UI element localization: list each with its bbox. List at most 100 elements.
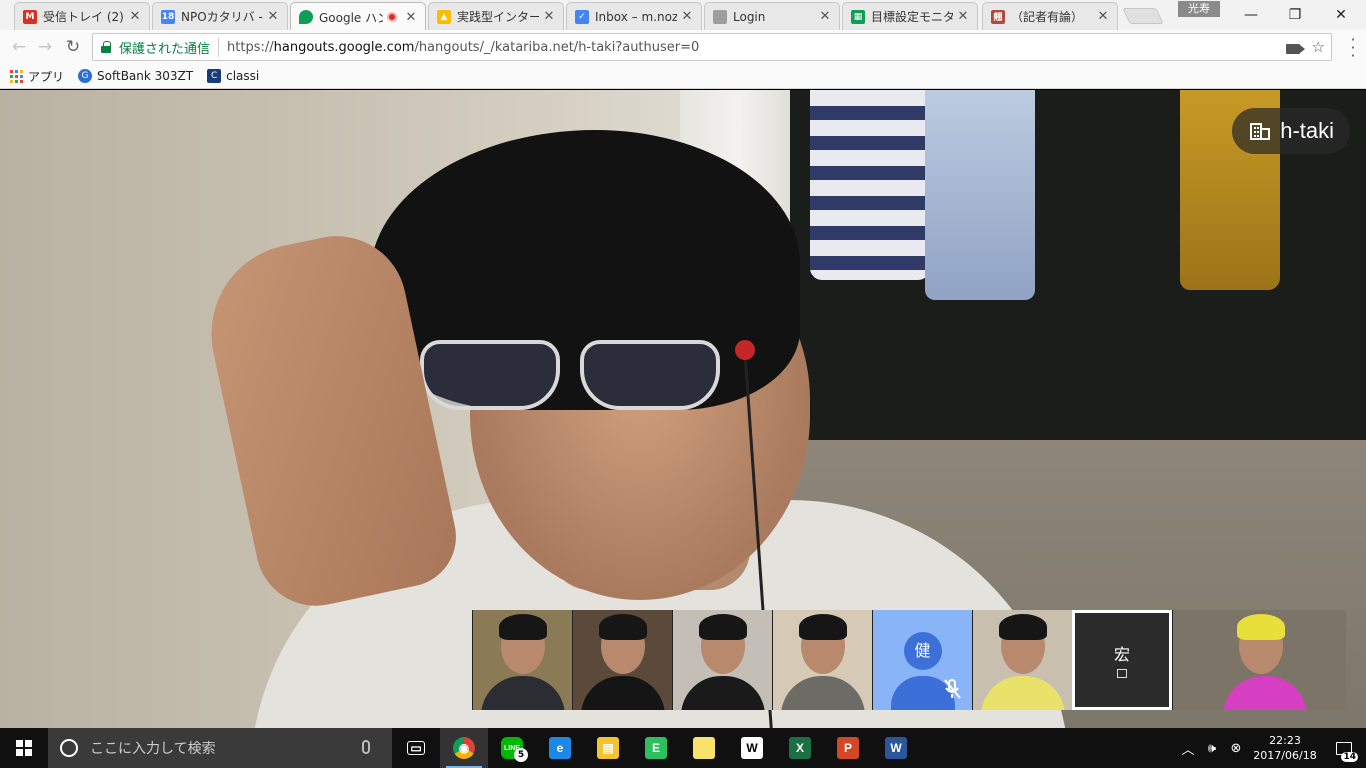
restore-button[interactable]: ❐ bbox=[1272, 0, 1318, 30]
action-center-button[interactable]: 14 bbox=[1322, 728, 1366, 768]
close-window-button[interactable]: ✕ bbox=[1318, 0, 1364, 30]
system-tray: ︿ 🕪 ⊗ 22:23 2017/06/18 14 bbox=[1176, 728, 1366, 768]
volume-icon[interactable]: 🕪 bbox=[1200, 741, 1224, 756]
taskbar-app-button[interactable]: E bbox=[632, 728, 680, 768]
edge-icon: e bbox=[549, 737, 571, 759]
participant-thumbnail[interactable] bbox=[972, 610, 1072, 710]
secure-connection-label[interactable]: 保護された通信 bbox=[119, 37, 220, 57]
participant-thumbnail[interactable] bbox=[572, 610, 672, 710]
network-disconnected-icon[interactable]: ⊗ bbox=[1224, 741, 1248, 756]
tab-close-icon[interactable]: ✕ bbox=[267, 9, 279, 24]
tab-close-icon[interactable]: ✕ bbox=[681, 9, 693, 24]
reload-button[interactable]: ↻ bbox=[60, 34, 86, 60]
windows-logo-icon bbox=[16, 740, 32, 756]
taskbar-app-button[interactable]: P bbox=[824, 728, 872, 768]
tab-close-icon[interactable]: ✕ bbox=[129, 9, 141, 24]
recording-indicator-icon bbox=[387, 12, 397, 22]
inbox-icon: ✓ bbox=[575, 9, 589, 24]
taskbar-app-button[interactable] bbox=[680, 728, 728, 768]
calendar-icon: 18 bbox=[161, 9, 175, 24]
gmail-icon: M bbox=[23, 9, 37, 24]
speaker-name: h-taki bbox=[1280, 118, 1334, 143]
browser-tab[interactable]: ✓ Inbox – m.noza ✕ bbox=[566, 2, 702, 30]
chrome-icon: ◉ bbox=[453, 737, 475, 759]
participant-thumbnail[interactable]: 宏 bbox=[1072, 610, 1172, 710]
bookmark-label: classi bbox=[226, 69, 260, 83]
back-button[interactable]: ← bbox=[6, 34, 32, 60]
new-tab-button[interactable] bbox=[1122, 8, 1164, 24]
sheets-icon: ▦ bbox=[851, 9, 865, 24]
start-button[interactable] bbox=[0, 728, 48, 768]
news-icon: 翹 bbox=[991, 9, 1005, 24]
taskbar-app-button[interactable]: W bbox=[872, 728, 920, 768]
taskbar-app-button[interactable]: W bbox=[728, 728, 776, 768]
browser-tab[interactable]: Google ハン ✕ bbox=[290, 2, 426, 31]
speaker-name-badge: h-taki bbox=[1232, 108, 1350, 154]
browser-tab[interactable]: ▦ 目標設定モニタ ✕ bbox=[842, 2, 978, 30]
tab-close-icon[interactable]: ✕ bbox=[819, 9, 831, 24]
bookmark-softbank[interactable]: G SoftBank 303ZT bbox=[78, 69, 193, 83]
bookmark-star-icon[interactable]: ☆ bbox=[1312, 38, 1325, 56]
profile-button[interactable]: 光寿 bbox=[1178, 1, 1220, 17]
page-icon bbox=[713, 9, 727, 24]
taskbar-app-button[interactable]: LINE 5 bbox=[488, 728, 536, 768]
back-arrow-icon: ← bbox=[11, 37, 27, 57]
taskbar-app-button[interactable]: X bbox=[776, 728, 824, 768]
participant-thumbnail[interactable] bbox=[472, 610, 572, 710]
url-text[interactable]: https://hangouts.google.com/hangouts/_/k… bbox=[227, 40, 699, 55]
minimize-button[interactable]: — bbox=[1228, 0, 1274, 30]
clock-date: 2017/06/18 bbox=[1253, 749, 1317, 762]
browser-tab[interactable]: ▲ 実践型インターン ✕ bbox=[428, 2, 564, 30]
browser-toolbar: ← → ↻ 保護された通信 https://hangouts.google.co… bbox=[0, 30, 1366, 64]
chrome-menu-icon[interactable]: · · · bbox=[1350, 32, 1356, 64]
powerpoint-icon: P bbox=[837, 737, 859, 759]
participant-thumbnail[interactable] bbox=[772, 610, 872, 710]
participant-initial: 健 bbox=[903, 632, 942, 670]
wunderlist-icon: W bbox=[741, 737, 763, 759]
microphone-icon[interactable] bbox=[362, 740, 370, 754]
forward-arrow-icon: → bbox=[37, 37, 53, 57]
clock[interactable]: 22:23 2017/06/18 bbox=[1248, 733, 1322, 763]
softbank-icon: G bbox=[78, 69, 93, 83]
reload-icon: ↻ bbox=[65, 37, 81, 57]
tab-title: 目標設定モニタ bbox=[871, 10, 953, 24]
tab-close-icon[interactable]: ✕ bbox=[543, 9, 555, 24]
bookmark-label: アプリ bbox=[28, 69, 65, 84]
browser-tab[interactable]: 18 NPOカタリバ - 7 ✕ bbox=[152, 2, 288, 30]
browser-tab[interactable]: M 受信トレイ (2) - ✕ bbox=[14, 2, 150, 30]
participant-thumbnail[interactable]: 健 bbox=[872, 610, 972, 710]
browser-tab[interactable]: Login ✕ bbox=[704, 2, 840, 30]
show-hidden-icons-icon[interactable]: ︿ bbox=[1176, 739, 1200, 758]
browser-tab[interactable]: 翹 （記者有論） ✕ bbox=[982, 2, 1118, 30]
forward-button[interactable]: → bbox=[32, 34, 58, 60]
file-explorer-icon: ▤ bbox=[597, 737, 619, 759]
taskbar-app-button[interactable]: ◉ bbox=[440, 728, 488, 768]
url-path: /hangouts/_/katariba.net/h-taki?authuser… bbox=[414, 39, 700, 55]
tab-close-icon[interactable]: ✕ bbox=[957, 9, 969, 24]
bookmark-classi[interactable]: C classi bbox=[207, 69, 259, 83]
tab-close-icon[interactable]: ✕ bbox=[405, 10, 417, 25]
address-bar[interactable]: 保護された通信 https://hangouts.google.com/hang… bbox=[92, 33, 1332, 61]
url-host: hangouts.google.com bbox=[273, 39, 415, 55]
bookmarks-bar: アプリ G SoftBank 303ZT C classi bbox=[0, 64, 1366, 89]
participant-thumbnail[interactable] bbox=[1172, 610, 1346, 710]
tab-title: （記者有論） bbox=[1011, 10, 1084, 24]
microphone-muted-icon bbox=[942, 678, 962, 700]
taskbar-app-button[interactable]: ▭ bbox=[392, 728, 440, 768]
taskbar-search-box[interactable]: ここに入力して検索 bbox=[48, 728, 392, 768]
participant-initial: 宏 bbox=[1113, 645, 1131, 664]
organization-icon bbox=[1117, 669, 1127, 678]
hangouts-icon bbox=[299, 10, 313, 24]
organization-icon bbox=[1250, 122, 1271, 140]
camera-in-use-icon[interactable] bbox=[1285, 44, 1305, 54]
notification-count: 14 bbox=[1341, 752, 1358, 762]
bookmark-label: SoftBank 303ZT bbox=[97, 69, 194, 83]
taskbar-app-button[interactable]: ▤ bbox=[584, 728, 632, 768]
clock-time: 22:23 bbox=[1269, 734, 1301, 747]
bookmark-apps[interactable]: アプリ bbox=[10, 68, 64, 85]
task-view-icon: ▭ bbox=[407, 741, 425, 755]
taskbar-app-button[interactable]: e bbox=[536, 728, 584, 768]
tab-strip: M 受信トレイ (2) - ✕ 18 NPOカタリバ - 7 ✕ Google ハン ✕ ▲ 実践… bbox=[0, 0, 1366, 31]
tab-close-icon[interactable]: ✕ bbox=[1097, 9, 1109, 24]
participant-thumbnail[interactable] bbox=[672, 610, 772, 710]
